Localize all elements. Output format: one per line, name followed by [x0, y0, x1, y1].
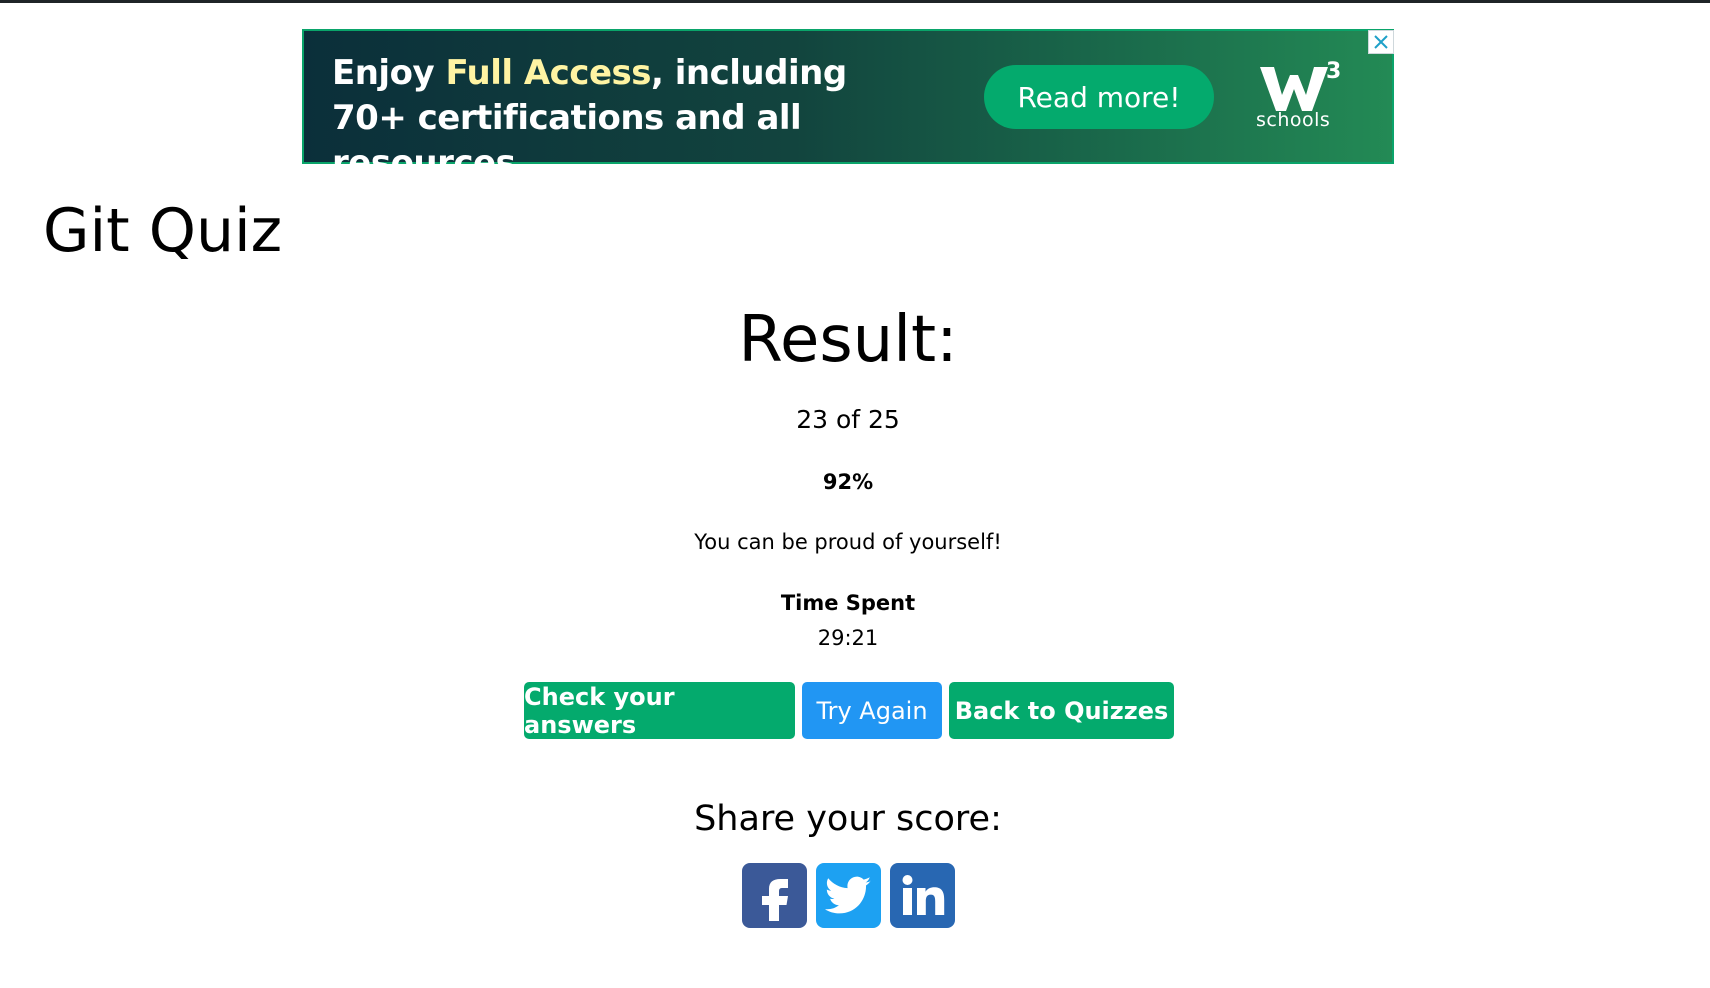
time-spent-value: 29:21	[817, 626, 879, 650]
logo-superscript: 3	[1326, 59, 1342, 84]
check-answers-button[interactable]: Check your answers	[524, 682, 795, 739]
time-spent-label: Time Spent	[780, 591, 916, 615]
share-heading: Share your score:	[694, 799, 1002, 839]
linkedin-icon[interactable]	[890, 863, 955, 928]
try-again-button[interactable]: Try Again	[802, 682, 942, 739]
close-icon[interactable]	[1368, 30, 1394, 54]
score-text: 23 of 25	[796, 405, 900, 434]
page-title: Git Quiz	[43, 196, 283, 266]
logo-wordmark: schools	[1256, 109, 1331, 131]
top-border	[0, 0, 1710, 3]
twitter-icon[interactable]	[816, 863, 881, 928]
back-to-quizzes-button[interactable]: Back to Quizzes	[949, 682, 1174, 739]
ad-headline-text: Enjoy	[332, 53, 446, 93]
facebook-icon[interactable]	[742, 863, 807, 928]
score-percent: 92%	[822, 470, 874, 494]
result-actions: Check your answers Try Again Back to Qui…	[524, 682, 1174, 739]
w3-logo-icon	[1260, 67, 1328, 111]
share-icons	[742, 863, 955, 928]
ad-headline-text-2: , including	[651, 53, 847, 93]
w3schools-logo: 3 schools	[1252, 59, 1352, 139]
result-heading: Result:	[738, 303, 958, 377]
ad-read-more-button[interactable]: Read more!	[984, 65, 1214, 129]
ad-banner[interactable]: Enjoy Full Access, including 70+ certifi…	[302, 29, 1394, 183]
ad-headline-line2: 70+ certifications and all resources	[332, 98, 802, 183]
ad-headline: Enjoy Full Access, including 70+ certifi…	[332, 51, 972, 186]
ad-headline-highlight: Full Access	[445, 53, 651, 93]
result-message: You can be proud of yourself!	[694, 530, 1002, 554]
